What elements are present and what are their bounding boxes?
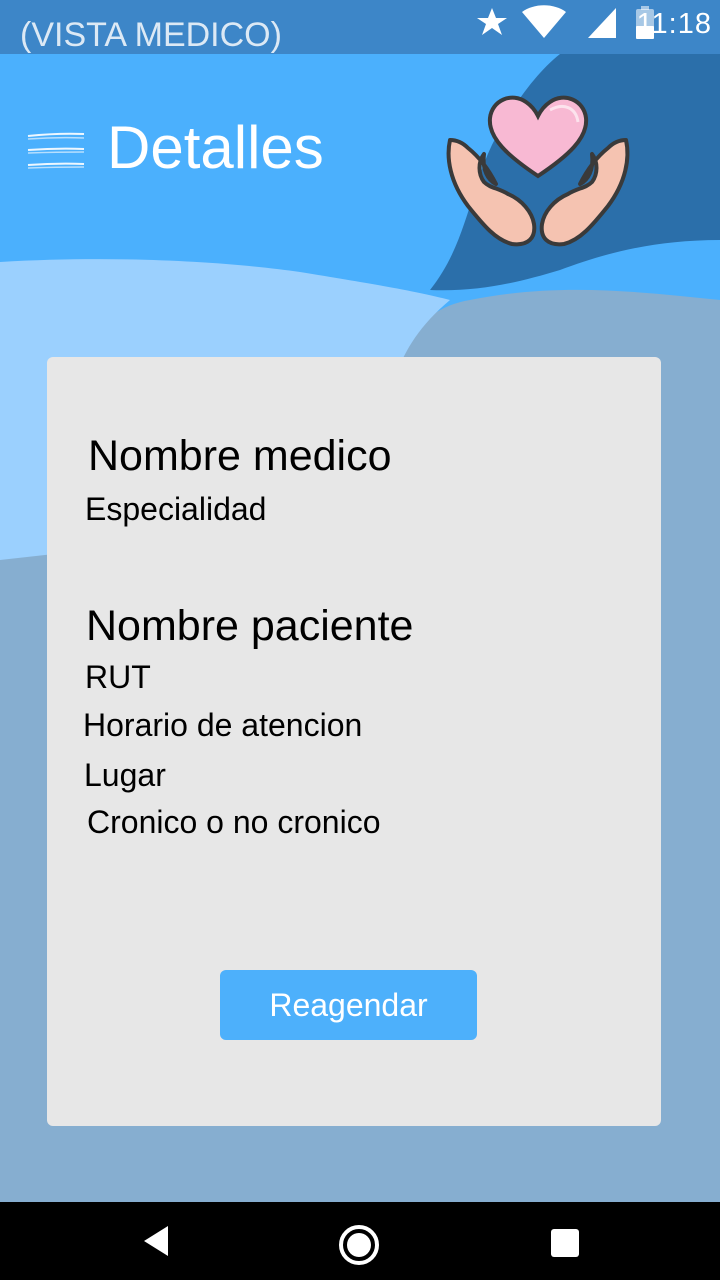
details-card: Nombre medico Especialidad Nombre pacien… <box>47 357 661 1126</box>
status-bar: (VISTA MEDICO) 11:18 <box>0 0 720 54</box>
appointment-place: Lugar <box>84 757 166 793</box>
clock: 11:18 <box>636 8 712 40</box>
patient-rut: RUT <box>85 659 151 695</box>
star-icon <box>477 8 507 35</box>
back-icon[interactable] <box>140 1224 172 1258</box>
reschedule-button[interactable]: Reagendar <box>220 970 477 1040</box>
doctor-specialty: Especialidad <box>85 491 267 527</box>
hamburger-menu-icon[interactable] <box>26 131 88 173</box>
view-mode-label: (VISTA MEDICO) <box>20 16 282 54</box>
wifi-icon <box>522 5 566 38</box>
patient-name: Nombre paciente <box>86 602 414 650</box>
appointment-schedule: Horario de atencion <box>83 707 363 743</box>
page-title: Detalles <box>107 114 324 181</box>
chronic-status: Cronico o no cronico <box>87 804 381 840</box>
doctor-name: Nombre medico <box>88 432 392 480</box>
recent-apps-icon[interactable] <box>549 1227 581 1259</box>
navigation-bar <box>0 1202 720 1280</box>
signal-icon <box>588 8 616 38</box>
heart-in-hands-icon <box>446 95 630 247</box>
home-icon[interactable] <box>337 1223 381 1267</box>
